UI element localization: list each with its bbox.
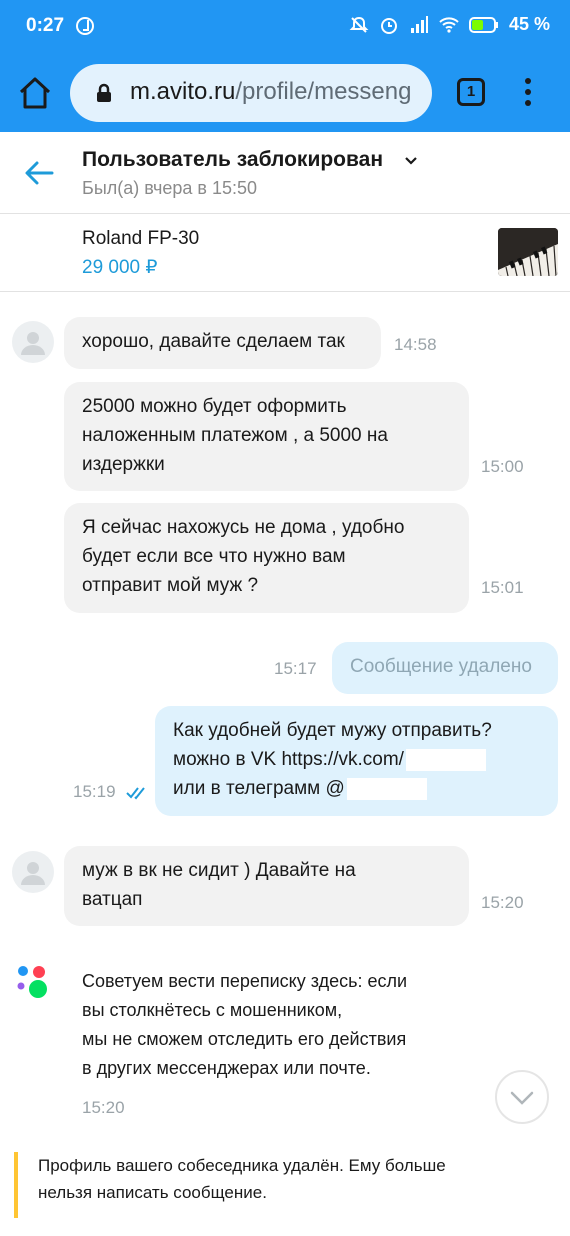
- url-text: m.avito.ru/profile/messeng: [130, 78, 411, 106]
- message-text: или в телеграмм @: [173, 778, 345, 799]
- safety-notice: Советуем вести переписку здесь: если вы …: [82, 967, 407, 1083]
- address-bar[interactable]: m.avito.ru/profile/messeng: [70, 64, 432, 122]
- banner-text: нельзя написать сообщение.: [38, 1183, 267, 1202]
- chat-title[interactable]: Пользователь заблокирован: [82, 148, 383, 172]
- notice-time: 15:20: [82, 1098, 125, 1117]
- home-icon[interactable]: [14, 72, 56, 114]
- message-incoming[interactable]: Я сейчас нахожусь не дома , удобно будет…: [64, 503, 469, 613]
- redacted-block: [346, 777, 427, 800]
- notice-text: вы столкнётесь с мошенником,: [82, 1000, 343, 1020]
- tabs-button[interactable]: 1: [457, 78, 485, 106]
- battery-percent: 45 %: [508, 14, 550, 34]
- message-time: 15:01: [481, 578, 524, 597]
- more-menu-icon[interactable]: [518, 76, 538, 110]
- wifi-icon: [439, 16, 459, 33]
- battery-icon: [468, 16, 498, 33]
- message-time: 15:20: [481, 893, 524, 912]
- lock-icon: [97, 83, 111, 102]
- scroll-down-button[interactable]: [495, 1070, 549, 1124]
- message-text: издержки: [82, 454, 165, 475]
- notice-text: в других мессенджерах или почте.: [82, 1058, 371, 1078]
- status-bar: 0:27 45 %: [0, 0, 570, 56]
- message-outgoing[interactable]: Как удобней будет мужу отправить? можно …: [155, 706, 558, 816]
- redacted-block: [405, 748, 486, 771]
- message-deleted[interactable]: Сообщение удалено: [332, 642, 558, 694]
- message-time: 14:58: [394, 335, 437, 354]
- data-saver-icon: [76, 17, 94, 35]
- ad-price: 29 000 ₽: [82, 257, 158, 278]
- avito-logo-icon: [17, 966, 47, 998]
- url-path: /profile/messeng: [235, 78, 412, 105]
- alarm-icon: [380, 17, 397, 34]
- banner-text: Профиль вашего собеседника удалён. Ему б…: [38, 1156, 446, 1175]
- message-text: Как удобней будет мужу отправить?: [173, 720, 492, 741]
- profile-deleted-banner: Профиль вашего собеседника удалён. Ему б…: [14, 1152, 554, 1218]
- message-text: будет если все что нужно вам: [82, 546, 346, 567]
- chat-header: Пользователь заблокирован Был(а) вчера в…: [0, 132, 570, 214]
- mute-icon: [349, 16, 369, 33]
- browser-toolbar: m.avito.ru/profile/messeng 1: [0, 56, 570, 132]
- status-time: 0:27: [26, 15, 65, 36]
- status-icons: 45 %: [349, 14, 550, 35]
- ad-thumbnail: [498, 228, 558, 276]
- ad-title: Roland FP-30: [82, 228, 200, 249]
- message-text: муж в вк не сидит ) Давайте на: [82, 860, 356, 881]
- message-text: можно в VK https://vk.com/: [173, 749, 404, 770]
- message-text: Сообщение удалено: [350, 656, 532, 677]
- ad-item[interactable]: Roland FP-30 29 000 ₽: [0, 214, 570, 292]
- read-ticks-icon: [126, 787, 145, 800]
- chevron-down-icon[interactable]: [404, 154, 418, 168]
- message-text: ватцап: [82, 889, 143, 910]
- message-text: 25000 можно будет оформить: [82, 396, 347, 417]
- message-time: 15:19: [73, 782, 116, 801]
- message-incoming[interactable]: 25000 можно будет оформить наложенным пл…: [64, 382, 469, 491]
- browser-chrome: 0:27 45 % m.avito.ru/profile/messeng 1: [0, 0, 570, 132]
- last-seen: Был(а) вчера в 15:50: [82, 178, 258, 198]
- back-arrow-icon[interactable]: [22, 158, 56, 188]
- url-host: m.avito.ru: [130, 78, 236, 105]
- message-incoming[interactable]: муж в вк не сидит ) Давайте на ватцап: [64, 846, 469, 926]
- avatar[interactable]: [12, 321, 54, 363]
- signal-icon: [410, 15, 428, 33]
- notice-text: мы не сможем отследить его действия: [82, 1029, 407, 1049]
- avatar[interactable]: [12, 851, 54, 893]
- message-text: Я сейчас нахожусь не дома , удобно: [82, 517, 405, 538]
- message-text: хорошо, давайте сделаем так: [82, 331, 345, 352]
- notice-text: Советуем вести переписку здесь: если: [82, 971, 408, 991]
- message-text: наложенным платежом , а 5000 на: [82, 425, 388, 446]
- message-time: 15:00: [481, 457, 524, 476]
- chevron-down-icon: [510, 1091, 534, 1105]
- message-text: отправит мой муж ?: [82, 575, 259, 596]
- message-incoming[interactable]: хорошо, давайте сделаем так: [64, 317, 381, 369]
- message-time: 15:17: [274, 659, 317, 678]
